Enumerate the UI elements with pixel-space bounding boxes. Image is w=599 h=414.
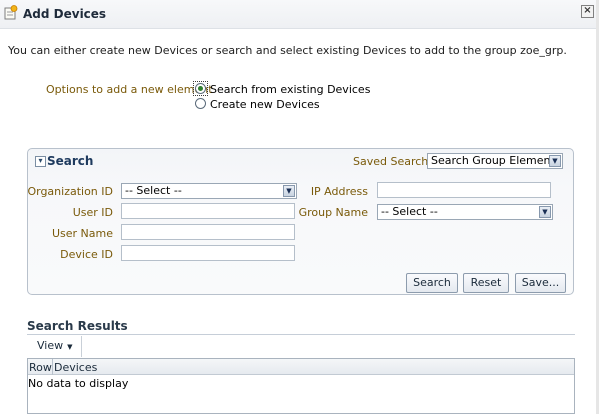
- intro-text: You can either create new Devices or sea…: [8, 44, 567, 57]
- saved-search-value: Search Group Elements: [431, 154, 561, 167]
- radio-search-existing[interactable]: [195, 83, 206, 94]
- saved-search-label: Saved Search: [353, 155, 429, 168]
- search-results-title: Search Results: [27, 319, 128, 333]
- view-menu[interactable]: View ▼: [27, 336, 82, 357]
- column-divider: [52, 359, 53, 375]
- column-header-devices[interactable]: Devices: [54, 361, 97, 374]
- chevron-down-icon: ▼: [539, 206, 551, 218]
- search-header: Search: [47, 154, 94, 168]
- collapse-toggle-icon[interactable]: ▾: [35, 156, 46, 167]
- search-button[interactable]: Search: [406, 273, 458, 293]
- organization-id-label: Organization ID: [27, 185, 113, 198]
- radio-create-new[interactable]: [195, 98, 206, 109]
- user-name-label: User Name: [51, 227, 113, 240]
- saved-search-select[interactable]: Search Group Elements ▼: [427, 153, 563, 169]
- user-id-input[interactable]: [121, 203, 295, 219]
- column-header-row[interactable]: Row: [29, 361, 52, 374]
- ip-address-input[interactable]: [377, 182, 551, 198]
- radio-search-existing-focus[interactable]: [193, 81, 208, 96]
- results-toolbar: [27, 335, 575, 358]
- group-name-value: -- Select --: [381, 205, 438, 218]
- view-menu-label: View: [37, 339, 64, 352]
- radio-create-new-label[interactable]: Create new Devices: [210, 98, 320, 111]
- radio-search-existing-label[interactable]: Search from existing Devices: [210, 83, 370, 96]
- user-id-label: User ID: [72, 206, 113, 219]
- add-device-icon: [4, 5, 18, 20]
- group-name-label: Group Name: [298, 206, 368, 219]
- options-label: Options to add a new element: [46, 83, 213, 96]
- organization-id-select[interactable]: -- Select -- ▼: [121, 183, 297, 199]
- empty-table-message: No data to display: [28, 377, 129, 390]
- device-id-label: Device ID: [60, 248, 113, 261]
- device-id-input[interactable]: [121, 245, 295, 261]
- chevron-down-icon: ▼: [549, 155, 561, 167]
- organization-id-value: -- Select --: [125, 184, 182, 197]
- group-name-select[interactable]: -- Select -- ▼: [377, 204, 553, 220]
- reset-button[interactable]: Reset: [463, 273, 509, 293]
- dialog-title: Add Devices: [23, 7, 107, 21]
- results-table-header: [28, 359, 574, 375]
- close-icon[interactable]: ×: [581, 5, 594, 18]
- user-name-input[interactable]: [121, 224, 295, 240]
- save-search-button[interactable]: Save...: [515, 273, 566, 293]
- ip-address-label: IP Address: [310, 185, 368, 198]
- caret-down-icon: ▼: [67, 343, 73, 351]
